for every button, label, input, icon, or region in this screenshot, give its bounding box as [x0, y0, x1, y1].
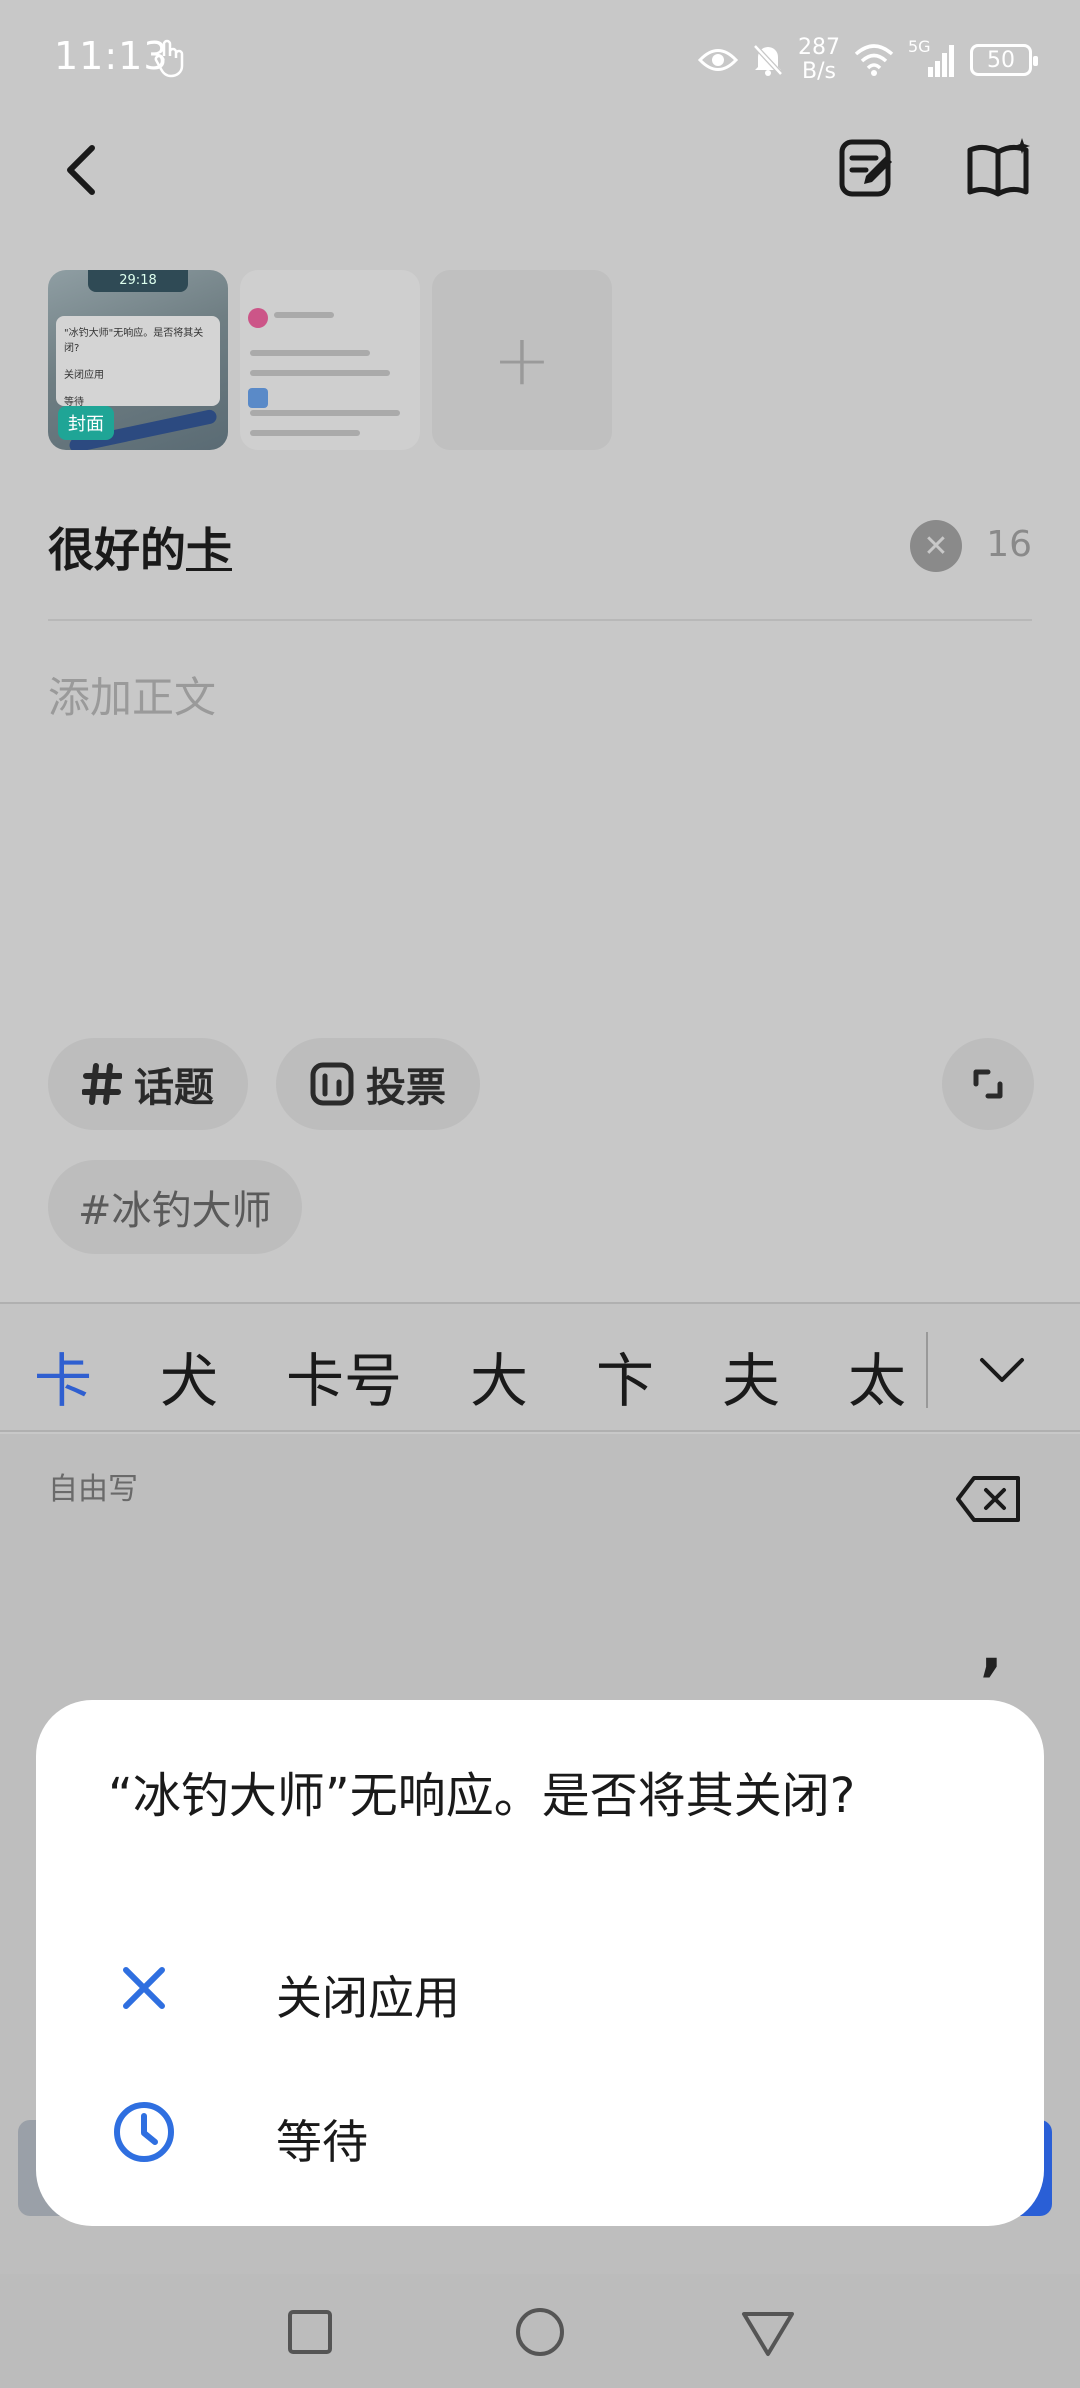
back-arrow-icon[interactable] — [54, 140, 114, 200]
thumbnail-line — [274, 312, 334, 318]
thumbnail-dialog: "冰钓大师"无响应。是否将其关闭? 关闭应用 等待 — [56, 316, 220, 408]
touch-indicator-icon — [154, 39, 184, 78]
thumbnail-app-icon — [248, 388, 268, 408]
bell-muted-icon — [753, 44, 783, 76]
clock-icon — [114, 2102, 174, 2162]
title-field[interactable]: 很好的卡 ✕ 16 — [48, 500, 1032, 590]
tag-chip[interactable]: #冰钓大师 — [48, 1160, 302, 1254]
hashtag-icon — [82, 1063, 122, 1105]
cover-badge: 封面 — [58, 406, 114, 440]
thumbnail-line — [250, 430, 360, 436]
body-field[interactable]: 添加正文 — [48, 664, 216, 725]
divider — [926, 1332, 928, 1408]
book-sparkle-icon[interactable] — [964, 136, 1034, 200]
image-thumbnail-1[interactable]: 29:18 "冰钓大师"无响应。是否将其关闭? 关闭应用 等待 封面 — [48, 270, 228, 450]
ime-candidate[interactable]: 卡 — [34, 1334, 92, 1418]
title-committed: 很好的 — [48, 523, 186, 577]
backspace-icon[interactable] — [954, 1474, 1024, 1524]
top-bar — [0, 120, 1080, 220]
vote-label: 投票 — [366, 1065, 446, 1111]
battery-level: 50 — [987, 47, 1015, 73]
handwriting-mode-label: 自由写 — [48, 1472, 138, 1507]
close-app-option[interactable]: 关闭应用 — [36, 1926, 1044, 2046]
dialog-title: “冰钓大师”无响应。是否将其关闭? — [108, 1768, 856, 1824]
eye-icon — [698, 49, 738, 71]
network-speed: 287 B/s — [798, 36, 840, 84]
title-text[interactable]: 很好的卡 — [48, 514, 232, 580]
clear-title-button[interactable]: ✕ — [910, 520, 962, 572]
ime-candidate[interactable]: 卞 — [596, 1334, 654, 1418]
ime-candidate[interactable]: 太 — [848, 1334, 906, 1418]
battery-indicator: 50 — [970, 44, 1038, 76]
topic-button[interactable]: 话题 — [48, 1038, 248, 1130]
signal-indicator: 5G — [908, 37, 956, 79]
home-icon[interactable] — [510, 2302, 570, 2362]
thumbnail-line — [250, 350, 370, 356]
chevron-down-icon[interactable] — [972, 1340, 1032, 1400]
thumbnail-line — [250, 370, 390, 376]
thumbnail-dialog-option-1: 关闭应用 — [64, 370, 104, 381]
divider — [48, 619, 1032, 621]
expand-editor-button[interactable] — [942, 1038, 1034, 1130]
ime-candidate[interactable]: 夫 — [722, 1334, 780, 1418]
comma-key[interactable]: , — [980, 1614, 1003, 1684]
recents-icon[interactable] — [280, 2302, 340, 2362]
title-char-count: 16 — [986, 524, 1032, 565]
thumbnail-avatar — [248, 308, 268, 328]
back-icon[interactable] — [738, 2302, 798, 2362]
thumbnail-dialog-title: "冰钓大师"无响应。是否将其关闭? — [64, 328, 204, 354]
drafts-icon[interactable] — [836, 136, 900, 200]
ime-candidate-bar: 卡 犬 卡号 大 卞 夫 太 — [0, 1302, 1080, 1432]
network-speed-unit: B/s — [802, 59, 836, 84]
ime-candidate[interactable]: 卡号 — [286, 1334, 402, 1418]
thumbnail-timer: 29:18 — [88, 270, 188, 292]
app-not-responding-dialog: “冰钓大师”无响应。是否将其关闭? 关闭应用 等待 — [36, 1700, 1044, 2226]
ime-candidate[interactable]: 犬 — [160, 1334, 218, 1418]
poll-icon — [310, 1062, 354, 1106]
image-thumbnail-2[interactable] — [240, 270, 420, 450]
status-bar: 11:13 287 B/s 5G 50 — [0, 0, 1080, 120]
wifi-icon — [854, 44, 894, 76]
vote-button[interactable]: 投票 — [276, 1038, 480, 1130]
wait-option[interactable]: 等待 — [36, 2070, 1044, 2190]
thumbnail-line — [250, 410, 400, 416]
network-speed-value: 287 — [798, 35, 840, 60]
close-app-label: 关闭应用 — [276, 1971, 460, 2025]
navigation-bar — [0, 2274, 1080, 2388]
close-icon — [123, 1967, 165, 2009]
signal-icon — [928, 45, 954, 77]
expand-icon — [973, 1069, 1003, 1099]
title-composing: 卡 — [186, 523, 232, 577]
add-image-button[interactable]: + — [432, 270, 612, 450]
ime-candidate[interactable]: 大 — [470, 1334, 528, 1418]
wait-label: 等待 — [276, 2115, 368, 2169]
topic-label: 话题 — [134, 1065, 214, 1111]
image-thumbnails: 29:18 "冰钓大师"无响应。是否将其关闭? 关闭应用 等待 封面 + — [48, 270, 612, 450]
